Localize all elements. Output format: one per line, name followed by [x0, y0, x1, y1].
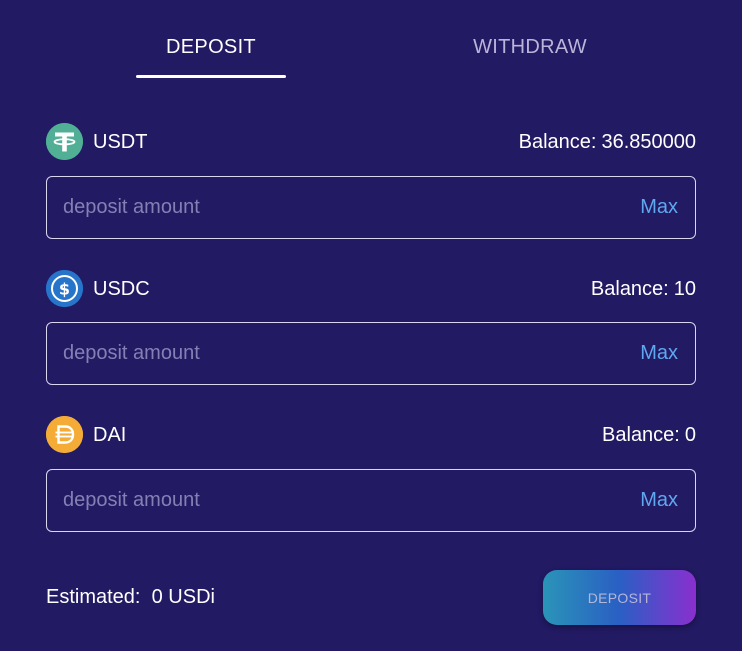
estimated-output: Estimated: 0 USDi	[46, 586, 215, 609]
token-row-usdt: USDT Balance: 36.850000	[46, 123, 696, 161]
amount-field-usdc: Max	[46, 322, 696, 385]
max-button-dai[interactable]: Max	[640, 489, 678, 512]
token-balance: Balance: 36.850000	[519, 131, 696, 154]
max-button-usdc[interactable]: Max	[640, 342, 678, 365]
balance-value: 0	[684, 424, 696, 446]
token-name: USDT	[93, 131, 148, 153]
balance-label: Balance:	[590, 278, 669, 300]
balance-label: Balance:	[602, 424, 680, 446]
usdc-icon: $	[46, 270, 83, 307]
deposit-amount-input-usdt[interactable]	[47, 177, 607, 238]
estimated-value: 0 USDi	[151, 586, 215, 608]
token-name: DAI	[93, 424, 127, 446]
tab-bar: DEPOSIT WITHDRAW	[0, 0, 742, 80]
token-balance: Balance: 10	[591, 278, 696, 301]
token-name: USDC	[93, 278, 150, 300]
deposit-amount-input-dai[interactable]	[47, 470, 607, 531]
tab-withdraw[interactable]: WITHDRAW	[455, 36, 605, 59]
token-row-usdc: $ USDC Balance: 10	[46, 270, 696, 308]
amount-field-usdt: Max	[46, 176, 696, 239]
active-tab-indicator	[136, 75, 286, 78]
estimated-label: Estimated:	[46, 586, 141, 608]
token-row-dai: DAI Balance: 0	[46, 416, 696, 454]
deposit-button[interactable]: DEPOSIT	[543, 570, 696, 625]
balance-value: 10	[673, 278, 696, 300]
balance-value: 36.850000	[601, 131, 696, 153]
balance-label: Balance:	[518, 131, 597, 153]
tab-deposit[interactable]: DEPOSIT	[136, 36, 286, 59]
token-balance: Balance: 0	[602, 424, 696, 447]
svg-text:$: $	[59, 280, 70, 299]
amount-field-dai: Max	[46, 469, 696, 532]
dai-icon	[46, 416, 83, 453]
tether-icon	[46, 123, 83, 160]
deposit-amount-input-usdc[interactable]	[47, 323, 607, 384]
max-button-usdt[interactable]: Max	[640, 196, 678, 219]
